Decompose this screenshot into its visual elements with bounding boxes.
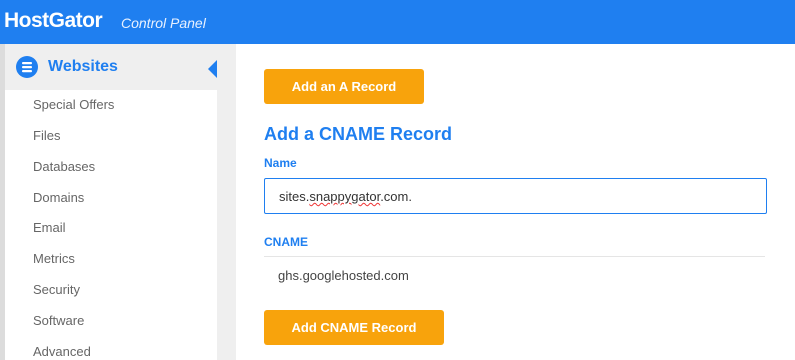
main-content: Add an A Record Add a CNAME Record Name … [236,44,795,360]
sidebar-item-domains[interactable]: Domains [33,190,84,205]
add-cname-record-button[interactable]: Add CNAME Record [264,310,444,345]
sidebar-section-websites[interactable]: Websites [5,44,236,90]
name-input-value: sites.snappygator.com. [279,189,412,204]
add-a-record-button[interactable]: Add an A Record [264,69,424,104]
sidebar-item-metrics[interactable]: Metrics [33,251,75,266]
divider [264,256,765,257]
collapse-arrow-icon[interactable] [208,60,217,78]
websites-icon [16,56,38,78]
brand-logo[interactable]: HostGator [4,9,103,33]
brand-subtitle: Control Panel [121,15,206,31]
cname-value: ghs.googlehosted.com [278,268,409,283]
sidebar-item-advanced[interactable]: Advanced [33,344,91,359]
sidebar-item-email[interactable]: Email [33,220,66,235]
sidebar-item-files[interactable]: Files [33,128,60,143]
name-input[interactable]: sites.snappygator.com. [264,178,767,214]
sidebar-section-title: Websites [48,58,118,75]
sidebar-item-security[interactable]: Security [33,282,80,297]
cname-label: CNAME [264,235,308,249]
sidebar-menu: Special Offers Files Databases Domains E… [5,90,217,360]
top-bar: HostGator Control Panel [0,0,795,44]
name-label: Name [264,156,297,170]
form-title: Add a CNAME Record [264,124,453,144]
sidebar-item-special-offers[interactable]: Special Offers [33,97,114,112]
sidebar-item-software[interactable]: Software [33,313,84,328]
sidebar-item-databases[interactable]: Databases [33,159,95,174]
